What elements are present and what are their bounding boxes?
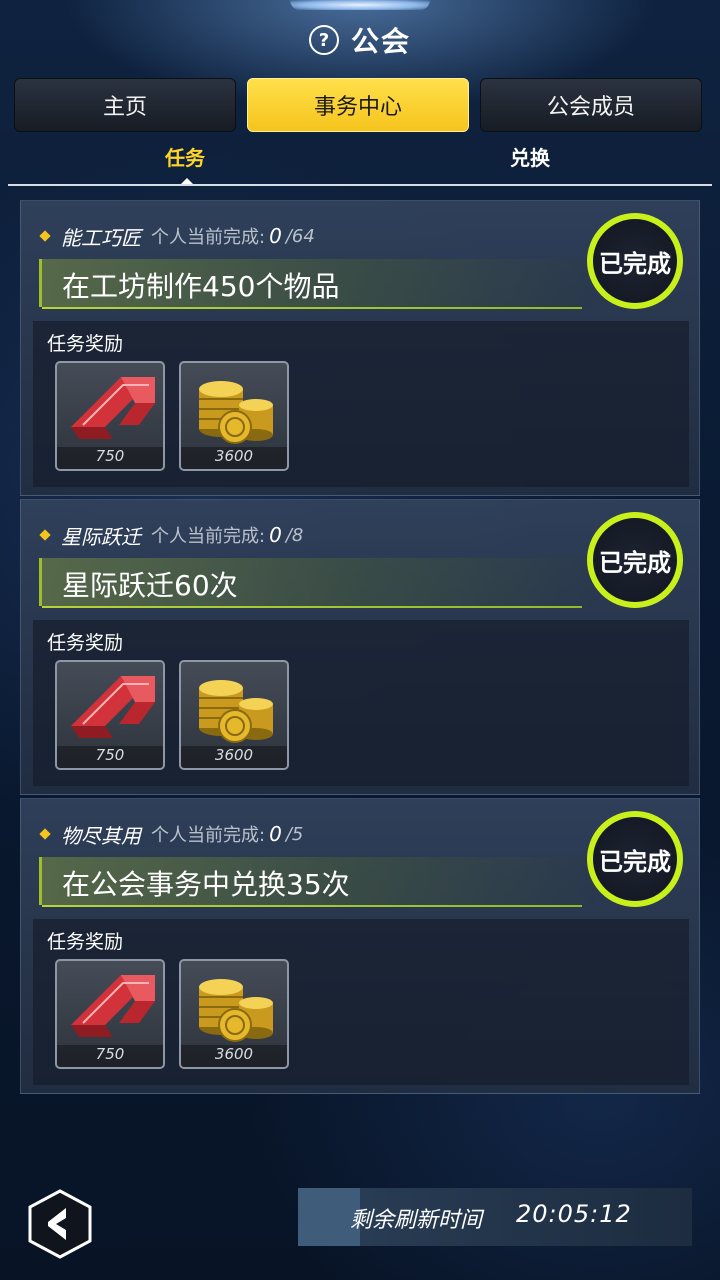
title-bar: ? 公会 [0,0,720,70]
task-name: 星际跃迁 [61,524,141,549]
main-tabs: 主页 事务中心 公会成员 [14,78,706,134]
task-goal-bar: 星际跃迁60次 [39,558,594,608]
progress-total: /5 [285,823,304,845]
progress-label: 个人当前完成: [151,825,266,846]
completed-badge: 已完成 [587,213,683,309]
red-chevron-icon [71,676,155,738]
progress-total: /64 [285,225,315,247]
task-card: 星际跃迁 个人当前完成: 0 /8 星际跃迁60次 已完成 任务奖励 750 3… [20,499,700,795]
progress-total: /8 [285,524,304,546]
gold-coins-icon [199,680,273,743]
reward-count: 3600 [181,746,287,768]
completed-badge: 已完成 [587,512,683,608]
diamond-bullet-icon [39,828,51,840]
reward-panel: 任务奖励 750 3600 [33,919,689,1085]
sub-tabs: 任务 兑换 [0,140,720,188]
back-arrow-icon [28,1189,92,1259]
reward-item[interactable]: 750 [55,361,165,471]
task-goal: 星际跃迁60次 [62,569,238,602]
task-goal-bar: 在工坊制作450个物品 [39,259,594,309]
task-card: 物尽其用 个人当前完成: 0 /5 在公会事务中兑换35次 已完成 任务奖励 7… [20,798,700,1094]
subtab-divider [8,184,712,186]
subtab-indicator [181,178,193,184]
title-glow [290,0,430,10]
reward-panel: 任务奖励 750 3600 [33,321,689,487]
progress-label: 个人当前完成: [151,526,266,547]
reward-item[interactable]: 3600 [179,361,289,471]
task-name: 能工巧匠 [61,225,141,250]
refresh-label: 剩余刷新时间 [350,1208,483,1233]
task-header: 星际跃迁 个人当前完成: 0 /8 [39,520,304,550]
red-chevron-icon [71,975,155,1037]
task-goal: 在公会事务中兑换35次 [62,868,350,901]
page-title: 公会 [350,25,411,58]
task-name: 物尽其用 [61,823,141,848]
reward-label: 任务奖励 [47,632,124,654]
progress-current: 0 [269,224,282,248]
task-goal-bar: 在公会事务中兑换35次 [39,857,594,907]
reward-label: 任务奖励 [47,931,124,953]
gold-coins-icon [199,979,273,1042]
tab-home[interactable]: 主页 [14,78,236,132]
completed-badge: 已完成 [587,811,683,907]
reward-panel: 任务奖励 750 3600 [33,620,689,786]
reward-count: 750 [57,1045,163,1067]
back-button[interactable] [26,1188,94,1260]
refresh-time: 20:05:12 [516,1200,632,1228]
gold-coins-icon [199,381,273,444]
reward-count: 3600 [181,447,287,469]
task-header: 能工巧匠 个人当前完成: 0 /64 [39,221,315,251]
diamond-bullet-icon [39,230,51,242]
subtab-tasks[interactable]: 任务 [165,142,205,171]
refresh-timer: 剩余刷新时间 20:05:12 [298,1188,692,1246]
reward-item[interactable]: 3600 [179,959,289,1069]
subtab-exchange[interactable]: 兑换 [510,142,550,171]
task-card: 能工巧匠 个人当前完成: 0 /64 在工坊制作450个物品 已完成 任务奖励 … [20,200,700,496]
red-chevron-icon [71,377,155,439]
reward-item[interactable]: 750 [55,660,165,770]
diamond-bullet-icon [39,529,51,541]
reward-count: 750 [57,746,163,768]
tab-guild-members[interactable]: 公会成员 [480,78,702,132]
reward-label: 任务奖励 [47,333,124,355]
reward-item[interactable]: 750 [55,959,165,1069]
reward-count: 3600 [181,1045,287,1067]
help-icon[interactable]: ? [308,25,339,55]
progress-current: 0 [269,523,282,547]
tab-affairs-center[interactable]: 事务中心 [247,78,469,132]
reward-item[interactable]: 3600 [179,660,289,770]
task-goal: 在工坊制作450个物品 [62,270,340,303]
task-header: 物尽其用 个人当前完成: 0 /5 [39,819,304,849]
title-group: ? 公会 [0,20,720,60]
reward-count: 750 [57,447,163,469]
progress-label: 个人当前完成: [151,227,266,248]
progress-current: 0 [269,822,282,846]
